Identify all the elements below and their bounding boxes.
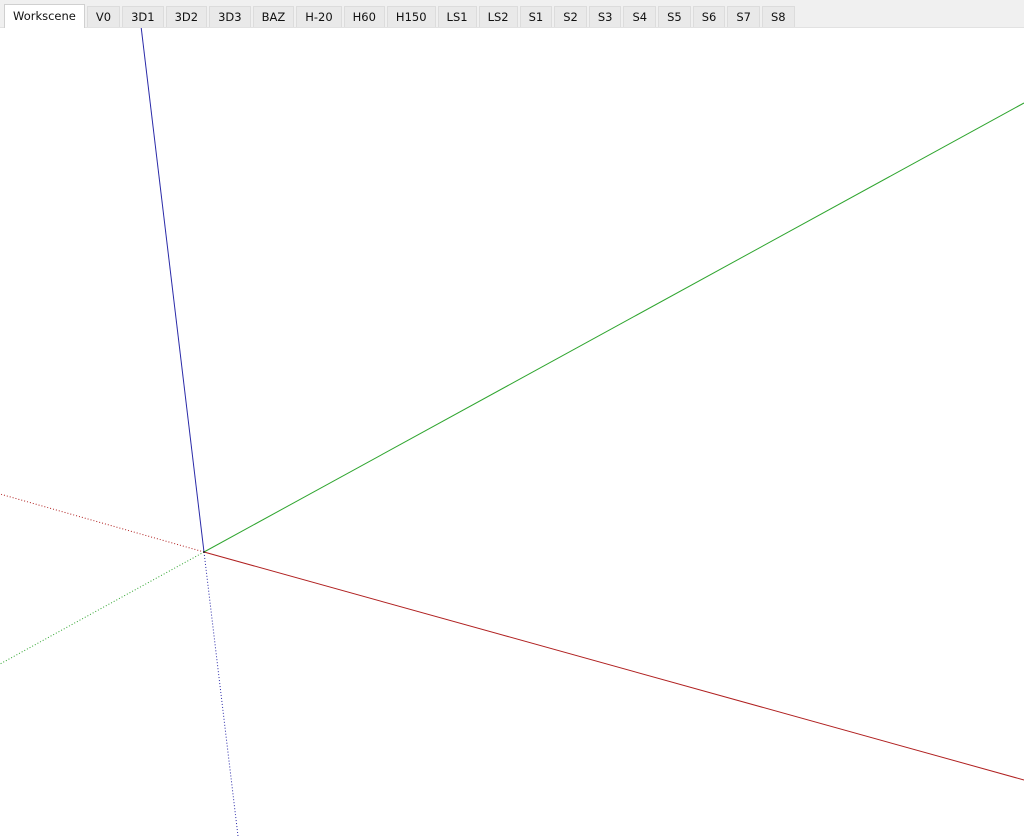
green-axis-negative (0, 551, 205, 665)
scene-tab-v0[interactable]: V0 (86, 6, 121, 27)
scene-tab-s7[interactable]: S7 (727, 6, 760, 27)
scene-tab-workscene[interactable]: Workscene (4, 4, 85, 28)
blue-axis-positive (140, 28, 205, 553)
scene-tab-s1[interactable]: S1 (519, 6, 553, 27)
scene-tab-3d1[interactable]: 3D1 (122, 6, 164, 27)
scene-tab-baz[interactable]: BAZ (252, 6, 295, 27)
scene-tab-ls1[interactable]: LS1 (437, 6, 477, 27)
scene-tab-s4[interactable]: S4 (623, 6, 657, 27)
scene-tab-s8[interactable]: S8 (761, 6, 795, 27)
axes-canvas[interactable] (0, 28, 1024, 836)
green-axis-positive (203, 102, 1024, 553)
scene-tab-s5[interactable]: S5 (658, 6, 691, 27)
origin-point (203, 551, 205, 553)
scene-tab-h150[interactable]: H150 (386, 6, 436, 27)
scene-tabs-bar: Workscene V0 3D1 3D2 3D3 BAZ H-20 H60 H1… (0, 0, 1024, 28)
red-axis-positive (203, 551, 1024, 781)
3d-viewport[interactable] (0, 28, 1024, 836)
scene-tab-ls2[interactable]: LS2 (478, 6, 518, 27)
blue-axis-negative (203, 551, 239, 836)
scene-tab-3d3[interactable]: 3D3 (209, 6, 251, 27)
scene-tab-s3[interactable]: S3 (588, 6, 622, 27)
scene-tab-3d2[interactable]: 3D2 (165, 6, 208, 27)
modeling-app-window: Workscene V0 3D1 3D2 3D3 BAZ H-20 H60 H1… (0, 0, 1024, 836)
scene-tab-s6[interactable]: S6 (692, 6, 726, 27)
scene-tab-s2[interactable]: S2 (554, 6, 587, 27)
scene-tab-h60[interactable]: H60 (343, 6, 385, 27)
scene-tab-h-20[interactable]: H-20 (296, 6, 342, 27)
red-axis-negative (0, 493, 205, 553)
